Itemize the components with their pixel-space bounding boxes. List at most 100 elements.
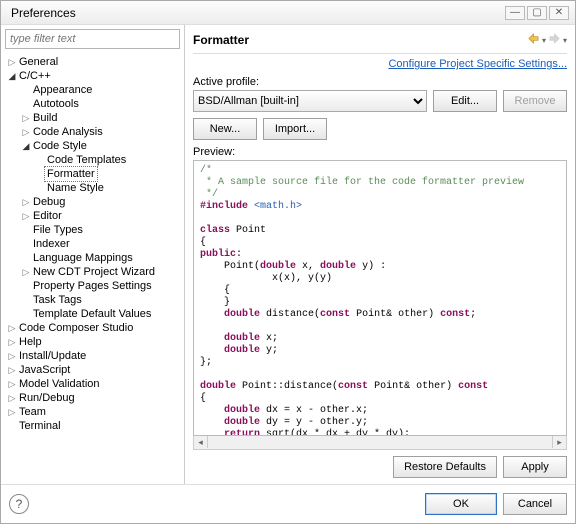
tree-item-label: Appearance [31, 83, 92, 97]
tree-item-template-default-values[interactable]: Template Default Values [3, 307, 182, 321]
scroll-right-icon[interactable]: ▸ [552, 436, 566, 448]
tree-item-c-c-[interactable]: ◢C/C++ [3, 69, 182, 83]
tree-item-label: Build [31, 111, 57, 125]
active-profile-select[interactable]: BSD/Allman [built-in] [193, 90, 427, 112]
tree-item-code-style[interactable]: ◢Code Style [3, 139, 182, 153]
code-token: const [320, 309, 350, 320]
tree-item-editor[interactable]: ▷Editor [3, 209, 182, 223]
tree-item-label: New CDT Project Wizard [31, 265, 155, 279]
page-title: Formatter [193, 33, 528, 47]
tree-item-property-pages-settings[interactable]: Property Pages Settings [3, 279, 182, 293]
tree-twisty-icon[interactable]: ▷ [7, 55, 17, 69]
code-token: y; [260, 345, 278, 356]
filter-container [5, 29, 180, 49]
nav-back-icon[interactable] [528, 33, 539, 47]
code-token: dy = y - other.y; [260, 417, 368, 428]
code-token: Point::distance( [236, 381, 338, 392]
tree-twisty-icon[interactable]: ▷ [21, 111, 31, 125]
tree-twisty-icon[interactable]: ▷ [21, 209, 31, 223]
code-token: return [224, 429, 260, 436]
active-profile-label: Active profile: [193, 76, 567, 88]
code-line: */ [200, 189, 218, 200]
scroll-left-icon[interactable]: ◂ [194, 436, 208, 448]
cancel-button[interactable]: Cancel [503, 493, 567, 515]
code-token: : [236, 249, 242, 260]
tree-item-general[interactable]: ▷General [3, 55, 182, 69]
tree-twisty-icon[interactable]: ▷ [21, 125, 31, 139]
import-button[interactable]: Import... [263, 118, 327, 140]
tree-item-javascript[interactable]: ▷JavaScript [3, 363, 182, 377]
tree-item-label: Code Composer Studio [17, 321, 133, 335]
tree-twisty-icon[interactable]: ▷ [7, 391, 17, 405]
new-button[interactable]: New... [193, 118, 257, 140]
tree-item-name-style[interactable]: Name Style [3, 181, 182, 195]
tree-item-install-update[interactable]: ▷Install/Update [3, 349, 182, 363]
tree-item-autotools[interactable]: Autotools [3, 97, 182, 111]
code-token: double [224, 333, 260, 344]
tree-item-indexer[interactable]: Indexer [3, 237, 182, 251]
tree-item-label: Indexer [31, 237, 70, 251]
edit-button[interactable]: Edit... [433, 90, 497, 112]
nav-fwd-menu-icon[interactable]: ▾ [563, 36, 567, 45]
tree-item-code-analysis[interactable]: ▷Code Analysis [3, 125, 182, 139]
tree-item-debug[interactable]: ▷Debug [3, 195, 182, 209]
profile-row: BSD/Allman [built-in] Edit... Remove [193, 90, 567, 112]
tree-item-run-debug[interactable]: ▷Run/Debug [3, 391, 182, 405]
window-title: Preferences [7, 6, 505, 20]
tree-item-label: Code Analysis [31, 125, 103, 139]
tree-item-help[interactable]: ▷Help [3, 335, 182, 349]
code-line: } [200, 297, 230, 308]
tree-item-task-tags[interactable]: Task Tags [3, 293, 182, 307]
tree-item-label: Terminal [17, 419, 61, 433]
code-line: * A sample source file for the code form… [200, 177, 524, 188]
tree-twisty-icon[interactable]: ▷ [7, 349, 17, 363]
tree-item-new-cdt-project-wizard[interactable]: ▷New CDT Project Wizard [3, 265, 182, 279]
close-button[interactable]: ✕ [549, 6, 569, 20]
tree-item-terminal[interactable]: Terminal [3, 419, 182, 433]
tree-item-label: Run/Debug [17, 391, 75, 405]
help-icon[interactable]: ? [9, 494, 29, 514]
code-token: <math.h> [248, 201, 302, 212]
tree-item-file-types[interactable]: File Types [3, 223, 182, 237]
preview-label: Preview: [193, 146, 567, 158]
apply-button[interactable]: Apply [503, 456, 567, 478]
tree-item-team[interactable]: ▷Team [3, 405, 182, 419]
nav-buttons: ▾ ▾ [528, 33, 567, 47]
code-token: Point [230, 225, 266, 236]
tree-item-formatter[interactable]: Formatter [3, 167, 182, 181]
main-panel: Formatter ▾ ▾ Configure Project Specific… [185, 25, 575, 484]
filter-input[interactable] [5, 29, 180, 49]
preferences-tree[interactable]: ▷General◢C/C++AppearanceAutotools▷Build▷… [1, 53, 184, 484]
tree-item-label: Name Style [45, 181, 104, 195]
tree-twisty-icon[interactable]: ▷ [7, 321, 17, 335]
tree-twisty-icon[interactable]: ◢ [21, 139, 31, 153]
remove-button: Remove [503, 90, 567, 112]
code-token: Point& other) [350, 309, 440, 320]
nav-back-menu-icon[interactable]: ▾ [542, 36, 546, 45]
code-token: public [200, 249, 236, 260]
minimize-button[interactable]: — [505, 6, 525, 20]
tree-item-model-validation[interactable]: ▷Model Validation [3, 377, 182, 391]
code-line: { [200, 393, 206, 404]
tree-item-build[interactable]: ▷Build [3, 111, 182, 125]
tree-twisty-icon[interactable]: ▷ [21, 265, 31, 279]
code-line: { [200, 285, 230, 296]
tree-item-appearance[interactable]: Appearance [3, 83, 182, 97]
tree-twisty-icon[interactable]: ▷ [21, 195, 31, 209]
configure-project-link[interactable]: Configure Project Specific Settings... [388, 58, 567, 70]
tree-item-label: Language Mappings [31, 251, 133, 265]
code-token [200, 417, 224, 428]
tree-twisty-icon[interactable]: ▷ [7, 335, 17, 349]
tree-twisty-icon[interactable]: ▷ [7, 405, 17, 419]
ok-button[interactable]: OK [425, 493, 497, 515]
restore-defaults-button[interactable]: Restore Defaults [393, 456, 497, 478]
tree-item-code-composer-studio[interactable]: ▷Code Composer Studio [3, 321, 182, 335]
tree-twisty-icon[interactable]: ◢ [7, 69, 17, 83]
tree-twisty-icon[interactable]: ▷ [7, 363, 17, 377]
tree-item-language-mappings[interactable]: Language Mappings [3, 251, 182, 265]
code-token: class [200, 225, 230, 236]
maximize-button[interactable]: ▢ [527, 6, 547, 20]
tree-twisty-icon[interactable]: ▷ [7, 377, 17, 391]
tree-item-code-templates[interactable]: Code Templates [3, 153, 182, 167]
preview-h-scrollbar[interactable]: ◂ ▸ [193, 436, 567, 450]
